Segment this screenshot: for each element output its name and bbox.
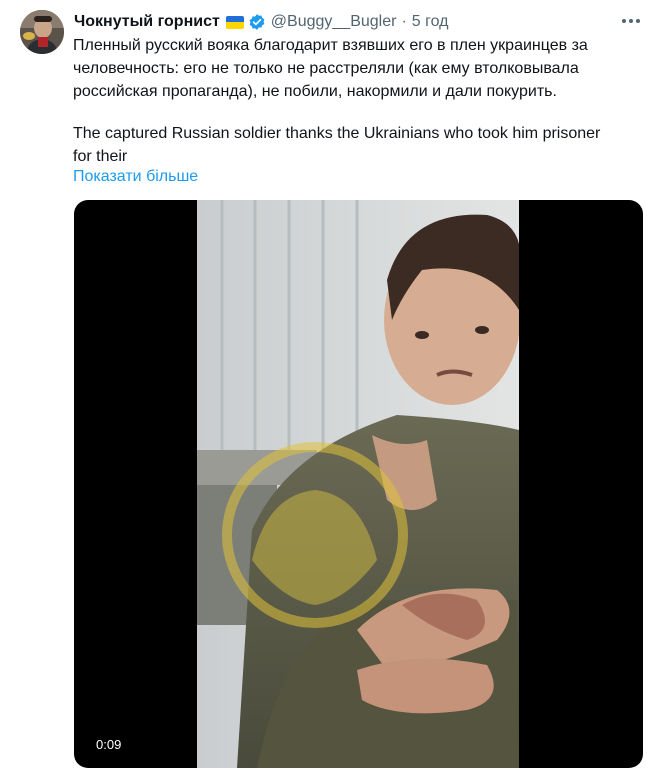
avatar[interactable] bbox=[20, 10, 64, 54]
tweet-header: Чокнутый горнист @Buggy__Bugler · 5 год bbox=[74, 11, 449, 33]
verified-badge-icon bbox=[248, 13, 266, 31]
user-handle[interactable]: @Buggy__Bugler bbox=[271, 13, 397, 31]
tweet-text: Пленный русский вояка благодарит взявших… bbox=[73, 34, 643, 168]
more-options-icon[interactable] bbox=[620, 12, 642, 30]
tweet-text-en: The captured Russian soldier thanks the … bbox=[73, 125, 601, 165]
video-player[interactable]: 0:09 bbox=[74, 200, 643, 768]
video-duration: 0:09 bbox=[96, 737, 122, 752]
separator-dot: · bbox=[401, 13, 407, 30]
display-name[interactable]: Чокнутый горнист bbox=[74, 13, 220, 31]
tweet-text-ru: Пленный русский вояка благодарит взявших… bbox=[73, 37, 588, 100]
video-frame[interactable] bbox=[197, 200, 519, 768]
flag-ukraine-icon bbox=[225, 15, 244, 29]
show-more-link[interactable]: Показати більше bbox=[73, 166, 198, 188]
timestamp[interactable]: 5 год bbox=[412, 13, 449, 31]
tweet[interactable]: Чокнутый горнист @Buggy__Bugler · 5 год … bbox=[0, 0, 650, 779]
